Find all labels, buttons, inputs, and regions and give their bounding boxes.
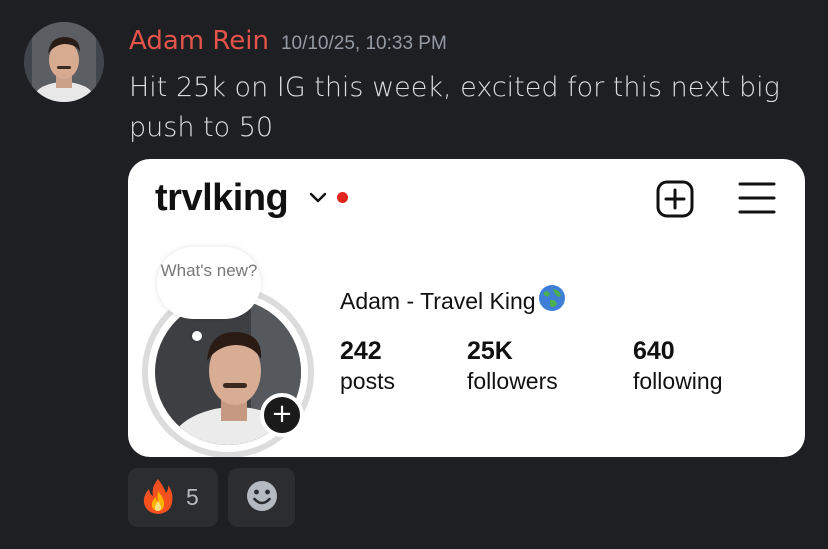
stat-value: 640: [633, 337, 675, 365]
add-reaction-button[interactable]: [228, 468, 295, 527]
stat-followers: 25K followers: [467, 336, 558, 396]
notes-bubble: What's new?: [157, 247, 261, 319]
add-reaction-icon: [245, 479, 279, 517]
reactions-bar: 5: [128, 468, 295, 527]
stat-posts: 242 posts: [340, 336, 395, 396]
plus-icon: +: [260, 393, 304, 437]
reaction-fire[interactable]: 5: [128, 468, 218, 527]
message-text: Hit 25k on IG this week, excited for thi…: [129, 72, 780, 143]
username[interactable]: Adam Rein: [129, 26, 269, 56]
timestamp: 10/10/25, 10:33 PM: [280, 33, 447, 54]
chevron-down-icon: [309, 189, 327, 208]
menu-icon: [738, 181, 776, 219]
globe-icon: [538, 284, 566, 318]
display-name: Adam - Travel King: [340, 287, 536, 314]
stat-label: following: [633, 368, 723, 394]
stat-label: followers: [467, 368, 558, 394]
chat-message: Adam Rein 10/10/25, 10:33 PM Hit 25k on …: [0, 0, 828, 549]
stat-label: posts: [340, 368, 395, 394]
image-attachment[interactable]: trvlking What's new? + Adam - Travel Kin…: [128, 159, 805, 457]
ig-handle: trvlking: [155, 177, 289, 219]
add-post-icon: [655, 179, 695, 223]
avatar[interactable]: [24, 22, 104, 102]
stat-value: 25K: [467, 337, 513, 365]
reaction-count: 5: [186, 484, 199, 510]
fire-emoji: [142, 477, 174, 519]
profile-name: Adam - Travel King: [340, 284, 566, 318]
bubble-tail: [192, 331, 202, 341]
stat-value: 242: [340, 337, 382, 365]
notification-dot: [337, 192, 348, 203]
stat-following: 640 following: [633, 336, 723, 396]
message-header: Adam Rein 10/10/25, 10:33 PM: [129, 26, 447, 64]
